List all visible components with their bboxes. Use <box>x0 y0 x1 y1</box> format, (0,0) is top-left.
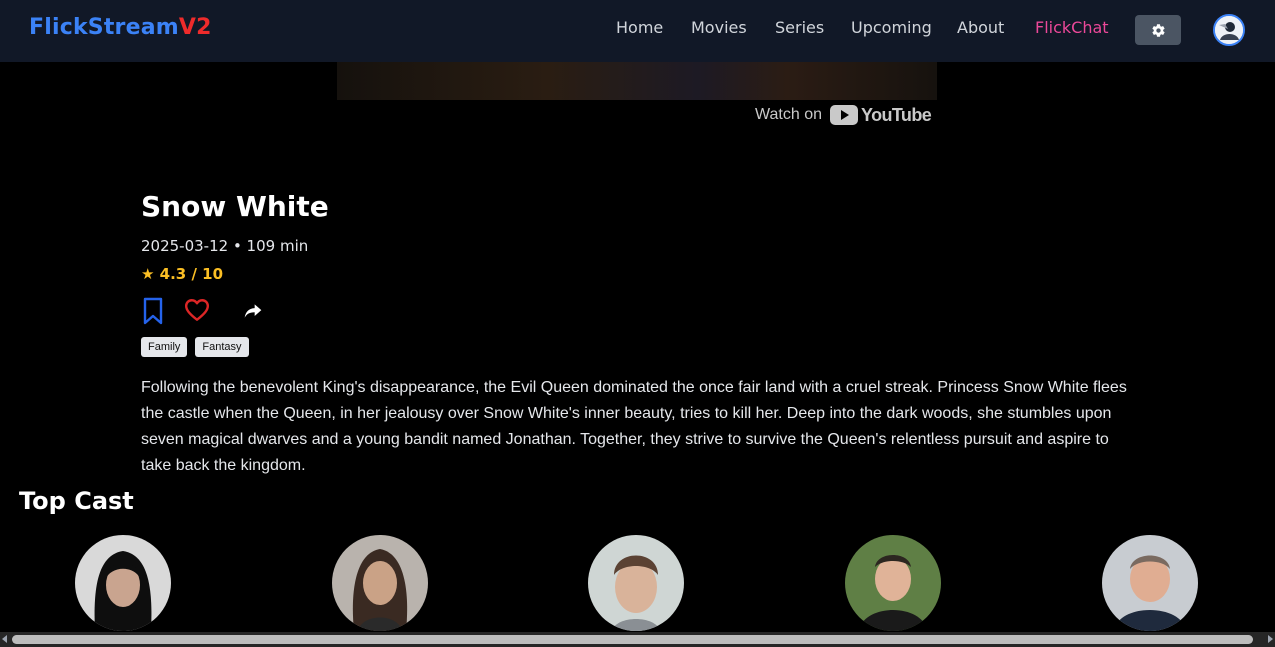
movie-overview: Following the benevolent King's disappea… <box>141 379 1127 474</box>
bookmark-button[interactable] <box>141 297 165 329</box>
watch-on-label: Watch on <box>755 106 822 123</box>
top-navbar: FlickStreamV2 Home Movies Series Upcomin… <box>0 0 1275 62</box>
theme-toggle-button[interactable] <box>1135 15 1181 45</box>
nav-link-upcoming[interactable]: Upcoming <box>851 18 932 37</box>
cast-portrait <box>845 535 941 631</box>
genre-list: Family Fantasy <box>141 337 249 357</box>
movie-title: Snow White <box>141 190 329 223</box>
nav-links: Home Movies Series Upcoming About FlickC… <box>0 18 1275 42</box>
favorite-button[interactable] <box>184 297 210 327</box>
nav-link-flickchat[interactable]: FlickChat <box>1035 18 1109 37</box>
cast-member-photo[interactable] <box>845 535 941 631</box>
horizontal-scrollbar[interactable] <box>0 632 1275 647</box>
movie-rating: ★ 4.3 / 10 <box>141 265 224 283</box>
scroll-right-icon[interactable] <box>1268 635 1273 643</box>
nav-link-movies[interactable]: Movies <box>691 18 747 37</box>
youtube-play-icon <box>830 105 858 125</box>
watch-on-youtube-link[interactable]: Watch on YouTube <box>755 102 932 128</box>
share-button[interactable] <box>243 301 263 325</box>
trailer-video[interactable] <box>337 62 937 100</box>
cast-member-photo[interactable] <box>75 535 171 631</box>
youtube-logo: YouTube <box>830 104 932 126</box>
gear-icon <box>1151 23 1165 37</box>
youtube-wordmark: YouTube <box>861 104 932 125</box>
scroll-left-icon[interactable] <box>2 635 7 643</box>
heart-icon <box>184 299 210 321</box>
cast-member-photo[interactable] <box>1102 535 1198 631</box>
cast-member-photo[interactable] <box>588 535 684 631</box>
cast-portrait <box>75 535 171 631</box>
nav-link-home[interactable]: Home <box>616 18 663 37</box>
user-avatar[interactable] <box>1213 14 1245 46</box>
share-icon <box>244 304 262 318</box>
cast-portrait <box>1102 535 1198 631</box>
bookmark-icon <box>143 297 163 325</box>
cast-member-photo[interactable] <box>332 535 428 631</box>
avatar-image <box>1215 16 1243 44</box>
top-cast-heading: Top Cast <box>19 487 134 515</box>
movie-meta: 2025-03-12 • 109 min <box>141 237 309 255</box>
nav-link-series[interactable]: Series <box>775 18 824 37</box>
genre-tag[interactable]: Fantasy <box>195 337 249 357</box>
cast-portrait <box>332 535 428 631</box>
cast-portrait <box>588 535 684 631</box>
genre-tag[interactable]: Family <box>141 337 188 357</box>
scrollbar-thumb[interactable] <box>12 635 1253 644</box>
nav-link-about[interactable]: About <box>957 18 1004 37</box>
